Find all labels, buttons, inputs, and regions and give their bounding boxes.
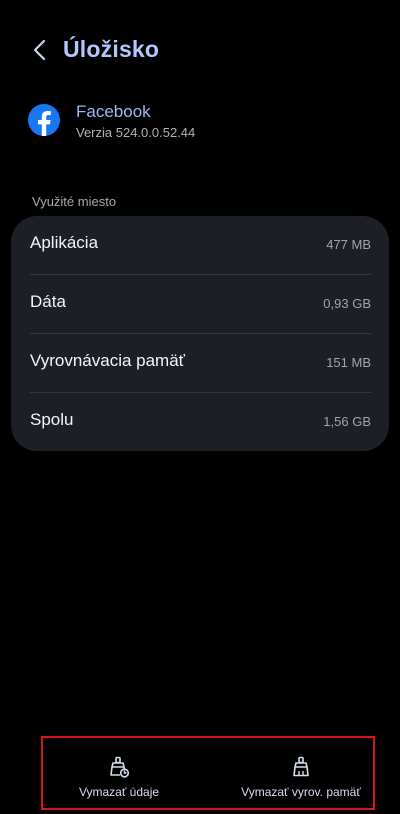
usage-row-cache: Vyrovnávacia pamäť 151 MB (11, 334, 389, 393)
clear-cache-button[interactable]: Vymazať vyrov. pamäť (229, 738, 373, 808)
chevron-left-icon (33, 39, 46, 61)
usage-row-total: Spolu 1,56 GB (11, 393, 389, 451)
clear-data-icon (110, 756, 130, 778)
back-button[interactable] (22, 32, 58, 68)
clear-cache-label: Vymazať vyrov. pamäť (241, 785, 361, 799)
app-info: Facebook Verzia 524.0.0.52.44 (28, 100, 388, 150)
usage-row-data: Dáta 0,93 GB (11, 275, 389, 334)
section-label-used-space: Využité miesto (32, 194, 117, 209)
usage-row-label: Spolu (30, 410, 74, 429)
usage-row-value: 1,56 GB (323, 414, 371, 429)
app-name: Facebook (76, 102, 151, 121)
broom-icon (293, 756, 309, 777)
storage-usage-card: Aplikácia 477 MB Dáta 0,93 GB Vyrovnávac… (11, 216, 389, 451)
usage-row-value: 0,93 GB (323, 296, 371, 311)
app-bar: Úložisko (0, 26, 400, 74)
usage-row-value: 151 MB (326, 355, 371, 370)
bottom-action-bar: Vymazať údaje Vymazať vyrov. pamäť (41, 736, 375, 810)
usage-row-label: Vyrovnávacia pamäť (30, 351, 186, 370)
usage-row-label: Aplikácia (30, 233, 99, 252)
clear-data-button[interactable]: Vymazať údaje (49, 738, 189, 808)
clear-data-label: Vymazať údaje (78, 785, 160, 799)
usage-row-value: 477 MB (326, 237, 371, 252)
usage-row-label: Dáta (30, 292, 66, 311)
facebook-logo-icon (28, 104, 60, 136)
app-version: Verzia 524.0.0.52.44 (76, 125, 196, 140)
page-title: Úložisko (63, 36, 160, 62)
usage-row-app: Aplikácia 477 MB (11, 216, 389, 275)
